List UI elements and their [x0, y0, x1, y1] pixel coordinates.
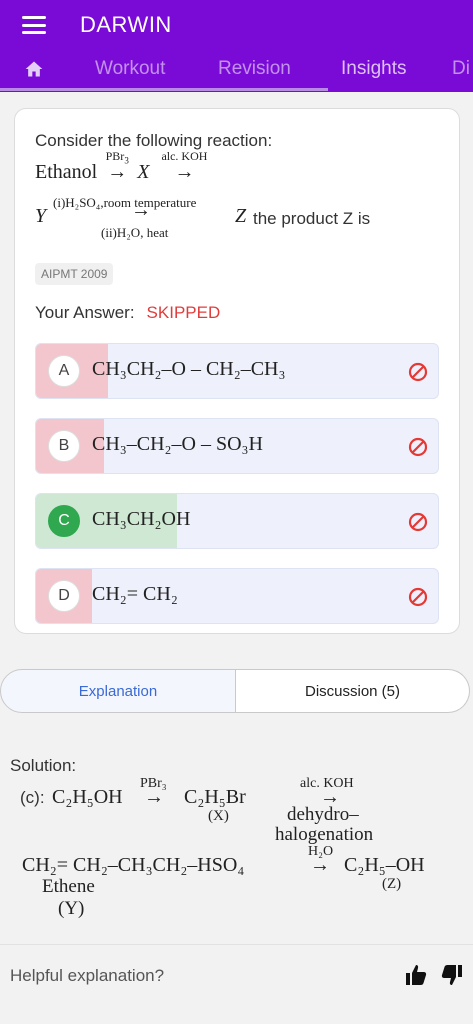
- solution-arrow-1: →: [144, 786, 164, 808]
- solution-product-x: C₂H₅Br: [184, 786, 246, 808]
- reaction-line-1: Ethanol PBr3 → X alc. KOH →: [35, 149, 214, 184]
- solution-dehydro: dehydro–: [287, 804, 359, 825]
- solution-line-2: CH₂= CH₂–CH₃CH₂–HSO₄ H₂O → C₂H₅–OH (Z) E…: [22, 844, 472, 924]
- discussion-tab[interactable]: Discussion (5): [236, 669, 470, 713]
- intermediate-x: X: [137, 161, 150, 183]
- solution-label-z: (Z): [382, 876, 402, 892]
- solution-halogenation: halogenation: [275, 824, 374, 845]
- intermediate-y: Y: [35, 205, 47, 227]
- option-a[interactable]: A CH₃CH₂–O – CH₂–CH₃: [35, 343, 439, 399]
- ban-icon: [408, 587, 428, 607]
- reactant-ethanol: Ethanol: [35, 161, 98, 183]
- your-answer: Your Answer: SKIPPED: [35, 303, 220, 323]
- arrow1-sub: 3: [124, 155, 129, 166]
- solution-line2-start: CH₂= CH₂–CH₃CH₂–HSO₄: [22, 854, 245, 876]
- solution-title: Solution:: [10, 756, 77, 775]
- tab-insights[interactable]: Insights: [341, 58, 406, 80]
- option-b-formula: CH₃–CH₂–O – SO₃H: [92, 433, 263, 455]
- your-answer-label: Your Answer:: [35, 303, 135, 322]
- option-d-formula: CH₂= CH₂: [92, 583, 178, 605]
- answer-status: SKIPPED: [146, 303, 221, 322]
- thumbs-down-icon[interactable]: [440, 963, 464, 987]
- reaction-line-2: Y (i)H₂SO₄,room temperature → (ii)H₂O, h…: [35, 195, 455, 243]
- solution-line-1: (c): C₂H₅OH PBr₃ → C₂H₅Br (X) alc. KOH →…: [20, 776, 470, 854]
- question-intro: Consider the following reaction:: [35, 131, 273, 150]
- option-b-letter: B: [48, 430, 80, 462]
- menu-icon[interactable]: [22, 14, 46, 36]
- home-icon[interactable]: [24, 59, 44, 79]
- question-card: Consider the following reaction: Ethanol…: [14, 108, 460, 634]
- solution-label-x: (X): [208, 808, 229, 824]
- tab-revision[interactable]: Revision: [218, 58, 291, 80]
- solution-ethene: Ethene: [42, 876, 95, 897]
- arrow1-reagent: PBr: [105, 149, 125, 163]
- option-a-letter: A: [48, 355, 80, 387]
- tab-indicator: [0, 88, 328, 91]
- divider: [0, 944, 473, 945]
- app-header: DARWIN Workout Revision Insights Di: [0, 0, 473, 92]
- solution-reactant: C₂H₅OH: [52, 786, 123, 808]
- solution-prefix: (c):: [20, 788, 45, 807]
- product-z: Z: [235, 205, 247, 227]
- arrow2-reagent: alc. KOH: [161, 149, 208, 163]
- explanation-tab[interactable]: Explanation: [0, 669, 236, 713]
- ban-icon: [408, 362, 428, 382]
- solution-label-y: (Y): [58, 898, 85, 919]
- tab-workout[interactable]: Workout: [95, 58, 165, 80]
- question-suffix: the product Z is: [253, 209, 371, 228]
- option-c[interactable]: C CH₃CH₂OH: [35, 493, 439, 549]
- thumbs-up-icon[interactable]: [404, 963, 428, 987]
- exam-tag: AIPMT 2009: [35, 263, 114, 285]
- option-c-formula: CH₃CH₂OH: [92, 508, 191, 530]
- option-c-letter: C: [48, 505, 80, 537]
- solution-arrow-3: →: [310, 854, 330, 876]
- reaction-arrow-1: PBr3 →: [105, 149, 129, 183]
- app-title: DARWIN: [80, 12, 172, 37]
- reaction-arrow-3: →: [131, 199, 151, 221]
- tab-bar: Workout Revision Insights Di: [0, 52, 473, 92]
- solution-panel: Solution: (c): C₂H₅OH PBr₃ → C₂H₅Br (X) …: [0, 730, 473, 944]
- ban-icon: [408, 437, 428, 457]
- helpful-prompt: Helpful explanation?: [10, 966, 165, 985]
- explanation-discussion-toggle: Explanation Discussion (5): [0, 669, 470, 713]
- option-d[interactable]: D CH₂= CH₂: [35, 568, 439, 624]
- option-d-letter: D: [48, 580, 80, 612]
- option-a-formula: CH₃CH₂–O – CH₂–CH₃: [92, 358, 286, 380]
- reaction-arrow-2: alc. KOH →: [161, 149, 208, 183]
- ban-icon: [408, 512, 428, 532]
- option-b[interactable]: B CH₃–CH₂–O – SO₃H: [35, 418, 439, 474]
- arrow3-top: (i)H₂SO₄,room temperature: [53, 195, 197, 210]
- solution-product-z: C₂H₅–OH: [344, 854, 425, 876]
- arrow3-bottom: (ii)H₂O, heat: [101, 225, 169, 240]
- tab-more[interactable]: Di: [452, 58, 470, 80]
